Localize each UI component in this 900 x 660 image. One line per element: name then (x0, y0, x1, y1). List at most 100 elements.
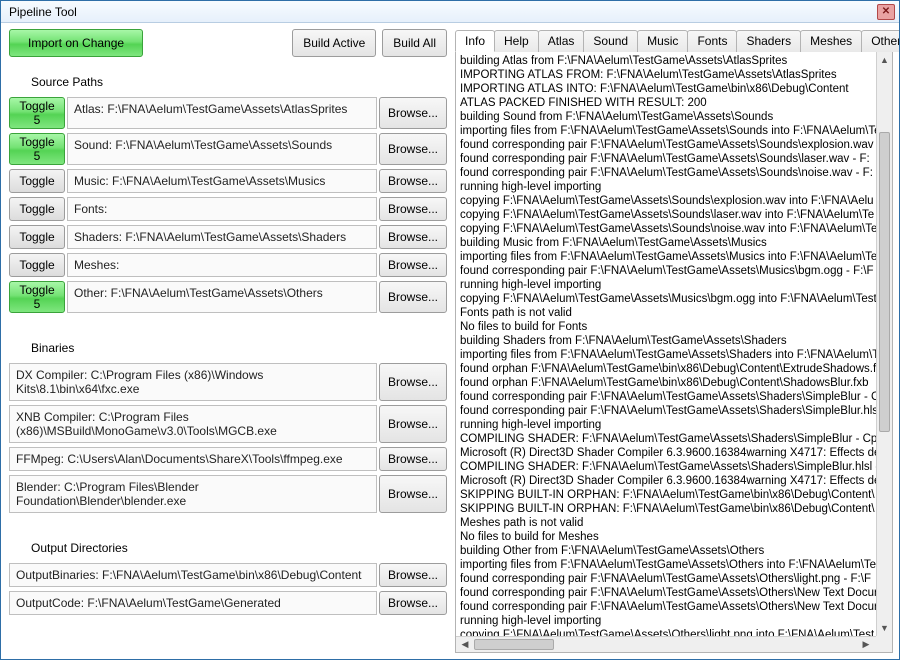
scroll-up-arrow-icon[interactable]: ▲ (877, 52, 892, 68)
log-text: building Atlas from F:\FNA\Aelum\TestGam… (456, 52, 876, 636)
log-line: Microsoft (R) Direct3D Shader Compiler 6… (460, 474, 872, 488)
browse-button[interactable]: Browse... (379, 447, 447, 471)
source-path-field[interactable]: Sound: F:\FNA\Aelum\TestGame\Assets\Soun… (67, 133, 377, 165)
tab-shaders[interactable]: Shaders (736, 30, 801, 52)
output-path-field[interactable]: OutputCode: F:\FNA\Aelum\TestGame\Genera… (9, 591, 377, 615)
browse-button[interactable]: Browse... (379, 225, 447, 249)
source-paths-heading: Source Paths (31, 75, 447, 89)
binaries-list: DX Compiler: C:\Program Files (x86)\Wind… (9, 363, 447, 513)
log-tabs: InfoHelpAtlasSoundMusicFontsShadersMeshe… (455, 29, 893, 52)
source-path-field[interactable]: Music: F:\FNA\Aelum\TestGame\Assets\Musi… (67, 169, 377, 193)
left-panel: Import on Change Build Active Build All … (1, 23, 453, 659)
close-button[interactable]: ✕ (877, 4, 895, 20)
log-line: building Shaders from F:\FNA\Aelum\TestG… (460, 334, 872, 348)
tab-help[interactable]: Help (494, 30, 539, 52)
log-line: IMPORTING ATLAS FROM: F:\FNA\Aelum\TestG… (460, 68, 872, 82)
browse-button[interactable]: Browse... (379, 133, 447, 165)
log-line: importing files from F:\FNA\Aelum\TestGa… (460, 124, 872, 138)
log-line: SKIPPING BUILT-IN ORPHAN: F:\FNA\Aelum\T… (460, 488, 872, 502)
vertical-scrollbar[interactable]: ▲ ▼ (876, 52, 892, 636)
output-path-field[interactable]: OutputBinaries: F:\FNA\Aelum\TestGame\bi… (9, 563, 377, 587)
app-window: Pipeline Tool ✕ Import on Change Build A… (0, 0, 900, 660)
source-path-field[interactable]: Fonts: (67, 197, 377, 221)
toggle-button[interactable]: Toggle 5 (9, 133, 65, 165)
log-line: copying F:\FNA\Aelum\TestGame\Assets\Sou… (460, 194, 872, 208)
source-path-field[interactable]: Other: F:\FNA\Aelum\TestGame\Assets\Othe… (67, 281, 377, 313)
log-line: SKIPPING BUILT-IN ORPHAN: F:\FNA\Aelum\T… (460, 502, 872, 516)
source-path-row: Toggle 5Other: F:\FNA\Aelum\TestGame\Ass… (9, 281, 447, 313)
binary-row: Blender: C:\Program Files\Blender Founda… (9, 475, 447, 513)
build-active-button[interactable]: Build Active (292, 29, 376, 57)
toggle-button[interactable]: Toggle (9, 169, 65, 193)
binary-path-field[interactable]: Blender: C:\Program Files\Blender Founda… (9, 475, 377, 513)
source-paths-list: Toggle 5Atlas: F:\FNA\Aelum\TestGame\Ass… (9, 97, 447, 313)
browse-button[interactable]: Browse... (379, 363, 447, 401)
log-line: found corresponding pair F:\FNA\Aelum\Te… (460, 572, 872, 586)
tab-fonts[interactable]: Fonts (687, 30, 737, 52)
binary-row: DX Compiler: C:\Program Files (x86)\Wind… (9, 363, 447, 401)
titlebar: Pipeline Tool ✕ (1, 1, 899, 23)
log-line: importing files from F:\FNA\Aelum\TestGa… (460, 348, 872, 362)
log-line: running high-level importing (460, 614, 872, 628)
horizontal-scroll-thumb[interactable] (474, 639, 554, 650)
browse-button[interactable]: Browse... (379, 197, 447, 221)
source-path-field[interactable]: Meshes: (67, 253, 377, 277)
scroll-corner (876, 636, 892, 652)
log-line: found corresponding pair F:\FNA\Aelum\Te… (460, 264, 872, 278)
log-line: building Music from F:\FNA\Aelum\TestGam… (460, 236, 872, 250)
source-path-field[interactable]: Atlas: F:\FNA\Aelum\TestGame\Assets\Atla… (67, 97, 377, 129)
toggle-button[interactable]: Toggle 5 (9, 97, 65, 129)
scroll-down-arrow-icon[interactable]: ▼ (877, 620, 892, 636)
output-heading: Output Directories (31, 541, 447, 555)
tab-sound[interactable]: Sound (583, 30, 638, 52)
log-line: found orphan F:\FNA\Aelum\TestGame\bin\x… (460, 362, 872, 376)
tab-music[interactable]: Music (637, 30, 688, 52)
log-line: No files to build for Fonts (460, 320, 872, 334)
browse-button[interactable]: Browse... (379, 405, 447, 443)
browse-button[interactable]: Browse... (379, 97, 447, 129)
source-path-field[interactable]: Shaders: F:\FNA\Aelum\TestGame\Assets\Sh… (67, 225, 377, 249)
build-all-button[interactable]: Build All (382, 29, 447, 57)
log-line: COMPILING SHADER: F:\FNA\Aelum\TestGame\… (460, 460, 872, 474)
binary-path-field[interactable]: DX Compiler: C:\Program Files (x86)\Wind… (9, 363, 377, 401)
toggle-button[interactable]: Toggle 5 (9, 281, 65, 313)
log-line: copying F:\FNA\Aelum\TestGame\Assets\Sou… (460, 222, 872, 236)
tab-meshes[interactable]: Meshes (800, 30, 862, 52)
log-line: building Atlas from F:\FNA\Aelum\TestGam… (460, 54, 872, 68)
browse-button[interactable]: Browse... (379, 253, 447, 277)
log-line: running high-level importing (460, 418, 872, 432)
toggle-button[interactable]: Toggle (9, 253, 65, 277)
binary-path-field[interactable]: XNB Compiler: C:\Program Files (x86)\MSB… (9, 405, 377, 443)
log-line: found corresponding pair F:\FNA\Aelum\Te… (460, 166, 872, 180)
tab-atlas[interactable]: Atlas (538, 30, 585, 52)
vertical-scroll-thumb[interactable] (879, 132, 890, 432)
horizontal-scrollbar[interactable]: ◀ ▶ (456, 636, 876, 652)
scroll-right-arrow-icon[interactable]: ▶ (860, 637, 876, 652)
content-area: Import on Change Build Active Build All … (1, 23, 899, 659)
source-path-row: Toggle 5Atlas: F:\FNA\Aelum\TestGame\Ass… (9, 97, 447, 129)
tab-info[interactable]: Info (455, 30, 495, 52)
binary-path-field[interactable]: FFMpeg: C:\Users\Alan\Documents\ShareX\T… (9, 447, 377, 471)
browse-button[interactable]: Browse... (379, 169, 447, 193)
binary-row: FFMpeg: C:\Users\Alan\Documents\ShareX\T… (9, 447, 447, 471)
tab-other[interactable]: Other (861, 30, 899, 52)
browse-button[interactable]: Browse... (379, 591, 447, 615)
browse-button[interactable]: Browse... (379, 281, 447, 313)
binary-row: XNB Compiler: C:\Program Files (x86)\MSB… (9, 405, 447, 443)
binaries-heading: Binaries (31, 341, 447, 355)
log-line: found corresponding pair F:\FNA\Aelum\Te… (460, 138, 872, 152)
source-path-row: ToggleMeshes:Browse... (9, 253, 447, 277)
log-line: copying F:\FNA\Aelum\TestGame\Assets\Oth… (460, 628, 872, 636)
import-on-change-button[interactable]: Import on Change (9, 29, 143, 57)
toggle-button[interactable]: Toggle (9, 225, 65, 249)
toggle-button[interactable]: Toggle (9, 197, 65, 221)
log-line: building Sound from F:\FNA\Aelum\TestGam… (460, 110, 872, 124)
log-line: found corresponding pair F:\FNA\Aelum\Te… (460, 390, 872, 404)
browse-button[interactable]: Browse... (379, 563, 447, 587)
browse-button[interactable]: Browse... (379, 475, 447, 513)
top-button-row: Import on Change Build Active Build All (9, 29, 447, 57)
source-path-row: Toggle 5Sound: F:\FNA\Aelum\TestGame\Ass… (9, 133, 447, 165)
log-line: COMPILING SHADER: F:\FNA\Aelum\TestGame\… (460, 432, 872, 446)
scroll-left-arrow-icon[interactable]: ◀ (456, 637, 472, 652)
close-icon: ✕ (882, 6, 890, 17)
